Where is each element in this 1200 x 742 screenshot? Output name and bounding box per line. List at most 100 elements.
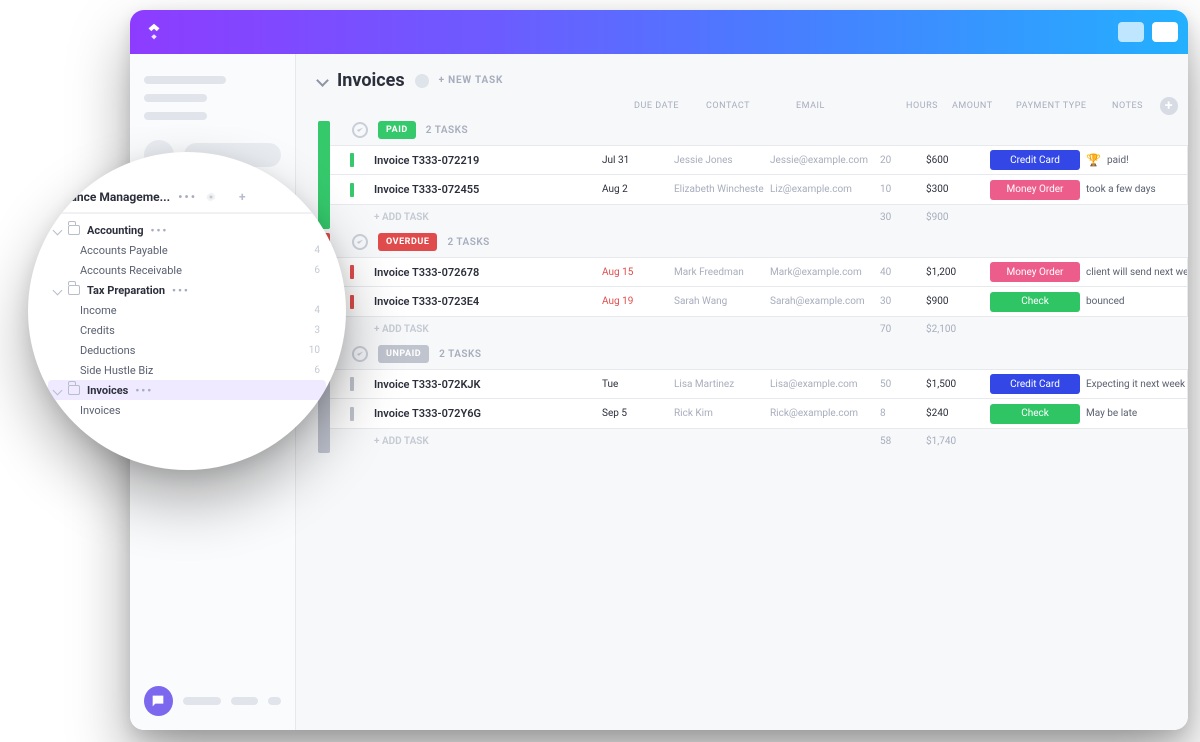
cell-notes[interactable]: May be late: [1086, 408, 1187, 419]
list-item[interactable]: Deductions10: [54, 340, 320, 360]
column-notes[interactable]: NOTES: [1112, 101, 1154, 111]
status-tag[interactable]: PAID: [378, 121, 416, 139]
cell-notes[interactable]: took a few days: [1086, 184, 1187, 195]
column-due-date[interactable]: DUE DATE: [634, 101, 706, 111]
table-row[interactable]: Invoice T333-072455 Aug 2 Elizabeth Winc…: [330, 175, 1188, 205]
cell-contact[interactable]: Rick Kim: [674, 408, 770, 419]
gear-icon[interactable]: [205, 191, 217, 203]
cell-hours[interactable]: 50: [880, 379, 926, 390]
list-item[interactable]: Accounts Receivable6: [54, 260, 320, 280]
window-controls: [1118, 22, 1178, 42]
cell-due-date[interactable]: Aug 19: [602, 296, 674, 307]
cell-amount[interactable]: $240: [926, 408, 990, 419]
status-check-icon[interactable]: [352, 122, 368, 138]
payment-type-button[interactable]: Money Order: [990, 262, 1080, 282]
row-status-icon: [330, 175, 374, 204]
more-icon[interactable]: •••: [172, 284, 190, 297]
list-item[interactable]: Invoices4: [54, 400, 320, 420]
cell-notes[interactable]: client will send next we: [1086, 267, 1187, 278]
cell-contact[interactable]: Jessie Jones: [674, 155, 770, 166]
table-row[interactable]: Invoice T333-0723E4 Aug 19 Sarah Wang Sa…: [330, 287, 1188, 317]
search-icon[interactable]: [306, 190, 320, 204]
chat-bubble-icon[interactable]: [144, 686, 173, 716]
folder-item[interactable]: Invoices •••: [48, 380, 326, 400]
payment-type-button[interactable]: Credit Card: [990, 150, 1080, 170]
cell-amount[interactable]: $300: [926, 184, 990, 195]
window-minimize-button[interactable]: [1118, 22, 1144, 42]
payment-type-button[interactable]: Money Order: [990, 180, 1080, 200]
status-check-icon[interactable]: [352, 346, 368, 362]
cell-notes[interactable]: bounced: [1086, 296, 1187, 307]
task-name[interactable]: Invoice T333-072219: [374, 154, 602, 167]
cell-email[interactable]: Jessie@example.com: [770, 155, 880, 166]
status-tag[interactable]: OVERDUE: [378, 233, 437, 251]
folder-item[interactable]: Tax Preparation •••: [54, 280, 320, 300]
cell-contact[interactable]: Mark Freedman: [674, 267, 770, 278]
column-contact[interactable]: CONTACT: [706, 101, 796, 111]
payment-type-button[interactable]: Check: [990, 292, 1080, 312]
cell-email[interactable]: Sarah@example.com: [770, 296, 880, 307]
task-name[interactable]: Invoice T333-072678: [374, 266, 602, 279]
group-totals: + ADD TASK 70 $2,100: [330, 317, 1188, 341]
cell-due-date[interactable]: Jul 31: [602, 155, 674, 166]
task-name[interactable]: Invoice T333-072Y6G: [374, 407, 602, 420]
cell-contact[interactable]: Sarah Wang: [674, 296, 770, 307]
more-icon[interactable]: •••: [150, 224, 168, 237]
cell-email[interactable]: Lisa@example.com: [770, 379, 880, 390]
column-payment-type[interactable]: PAYMENT TYPE: [1016, 101, 1112, 111]
status-tag[interactable]: UNPAID: [378, 345, 429, 363]
cell-notes[interactable]: 🏆paid!: [1086, 153, 1187, 167]
column-amount[interactable]: AMOUNT: [952, 101, 1016, 111]
table-row[interactable]: Invoice T333-072219 Jul 31 Jessie Jones …: [330, 145, 1188, 175]
cell-contact[interactable]: Elizabeth Wincheste: [674, 184, 770, 195]
space-header[interactable]: Finance Manageme... ••• +: [54, 190, 320, 204]
cell-hours[interactable]: 20: [880, 155, 926, 166]
new-task-button[interactable]: + NEW TASK: [439, 75, 504, 86]
column-email[interactable]: EMAIL: [796, 101, 906, 111]
cell-due-date[interactable]: Aug 2: [602, 184, 674, 195]
window-maximize-button[interactable]: [1152, 22, 1178, 42]
list-item[interactable]: Credits3: [54, 320, 320, 340]
table-row[interactable]: Invoice T333-072KJK Tue Lisa Martinez Li…: [330, 369, 1188, 399]
cell-amount[interactable]: $1,200: [926, 267, 990, 278]
task-name[interactable]: Invoice T333-0723E4: [374, 295, 602, 308]
add-folder-button[interactable]: +: [239, 190, 246, 204]
list-item[interactable]: Side Hustle Biz6: [54, 360, 320, 380]
table-row[interactable]: Invoice T333-072Y6G Sep 5 Rick Kim Rick@…: [330, 399, 1188, 429]
cell-hours[interactable]: 30: [880, 296, 926, 307]
payment-type-button[interactable]: Credit Card: [990, 374, 1080, 394]
add-task-button[interactable]: + ADD TASK: [374, 206, 602, 229]
add-column-button[interactable]: +: [1160, 97, 1178, 115]
task-name[interactable]: Invoice T333-072455: [374, 183, 602, 196]
row-status-icon: [330, 370, 374, 398]
list-item[interactable]: Income4: [54, 300, 320, 320]
task-name[interactable]: Invoice T333-072KJK: [374, 378, 602, 391]
cell-hours[interactable]: 8: [880, 408, 926, 419]
cell-hours[interactable]: 40: [880, 267, 926, 278]
cell-amount[interactable]: $1,500: [926, 379, 990, 390]
cell-amount[interactable]: $900: [926, 296, 990, 307]
sidebar-skeleton: [183, 697, 221, 705]
cell-due-date[interactable]: Sep 5: [602, 408, 674, 419]
list-item[interactable]: Accounts Payable4: [54, 240, 320, 260]
column-hours[interactable]: HOURS: [906, 101, 952, 111]
info-icon[interactable]: [415, 74, 429, 88]
cell-email[interactable]: Mark@example.com: [770, 267, 880, 278]
cell-hours[interactable]: 10: [880, 184, 926, 195]
cell-due-date[interactable]: Tue: [602, 379, 674, 390]
collapse-icon[interactable]: [316, 74, 329, 87]
more-icon[interactable]: •••: [135, 384, 153, 397]
cell-notes[interactable]: Expecting it next week: [1086, 379, 1187, 390]
cell-due-date[interactable]: Aug 15: [602, 267, 674, 278]
add-task-button[interactable]: + ADD TASK: [374, 430, 602, 453]
add-task-button[interactable]: + ADD TASK: [374, 318, 602, 341]
cell-email[interactable]: Liz@example.com: [770, 184, 880, 195]
more-icon[interactable]: •••: [178, 190, 197, 204]
table-row[interactable]: Invoice T333-072678 Aug 15 Mark Freedman…: [330, 257, 1188, 287]
cell-amount[interactable]: $600: [926, 155, 990, 166]
cell-contact[interactable]: Lisa Martinez: [674, 379, 770, 390]
folder-item[interactable]: Accounting •••: [54, 220, 320, 240]
payment-type-button[interactable]: Check: [990, 404, 1080, 424]
status-check-icon[interactable]: [352, 234, 368, 250]
cell-email[interactable]: Rick@example.com: [770, 408, 880, 419]
